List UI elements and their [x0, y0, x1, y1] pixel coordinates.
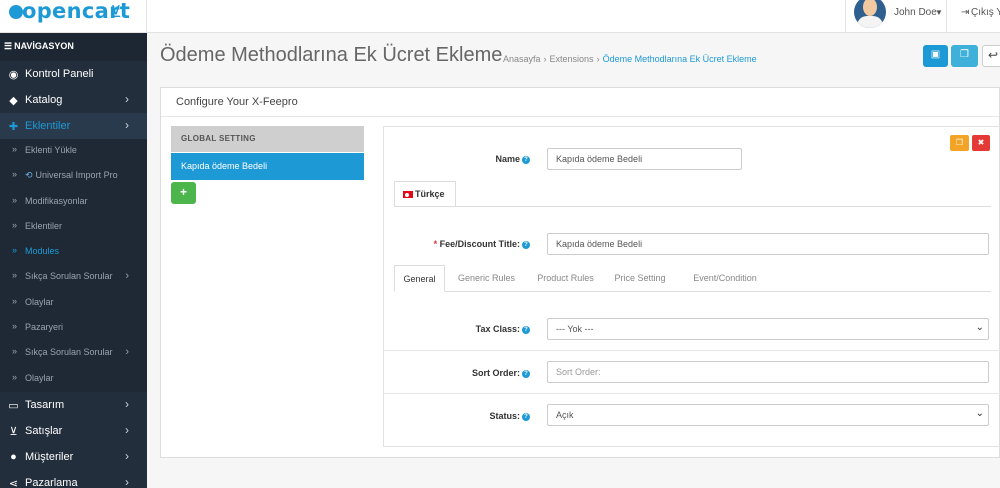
puzzle-icon: ✚: [8, 121, 19, 133]
logo[interactable]: opencart ⊻: [0, 0, 147, 33]
copy-button[interactable]: ❐: [951, 45, 978, 67]
status-label: Status:?: [424, 411, 530, 421]
chevron-down-icon: ⌄: [975, 408, 984, 419]
breadcrumb-home[interactable]: Anasayfa: [503, 54, 541, 64]
sidebar-subitem-extension-install[interactable]: » Eklenti Yükle: [0, 139, 147, 165]
chevron-right-icon: ›: [125, 92, 129, 106]
dashboard-icon: ◉: [8, 69, 19, 81]
sidebar-subitem-marketplace[interactable]: » Pazaryeri: [0, 316, 147, 342]
chevron-right-icon: ›: [125, 346, 129, 359]
name-input[interactable]: Kapıda ödeme Bedeli: [547, 148, 742, 170]
sidebar-subitem-faq[interactable]: » Sıkça Sorulan Sorular ›: [0, 265, 147, 291]
sidebar-item-design[interactable]: ▭ Tasarım ›: [0, 392, 147, 418]
help-icon: ?: [522, 240, 530, 249]
sort-order-label: Sort Order:?: [424, 368, 530, 378]
sidebar-item-extensions[interactable]: ✚ Eklentiler ›: [0, 113, 147, 139]
sidebar-item-customers[interactable]: ● Müşteriler ›: [0, 444, 147, 470]
sidebar-subitem-modifications[interactable]: » Modifikasyonlar: [0, 189, 147, 215]
nav-title: ☰ NAVİGASYON: [0, 33, 147, 61]
tab-general[interactable]: General: [394, 265, 445, 292]
sync-icon: ⟲: [25, 170, 33, 181]
logout-button[interactable]: ⇥ Çıkış Yap: [946, 0, 1000, 33]
sign-out-icon: ⇥: [961, 7, 970, 18]
breadcrumb: Anasayfa › Extensions › Ödeme Methodlarına E…: [503, 54, 757, 64]
tax-class-label: Tax Class:?: [424, 324, 530, 334]
copy-icon: ❐: [955, 138, 964, 147]
user-icon: ●: [10, 450, 17, 463]
delete-fee-button[interactable]: ✖: [972, 135, 990, 151]
chevron-down-icon: ⌄: [975, 322, 984, 333]
top-header: opencart ⊻ John Doe ▼ ⇥ Çıkış Yap: [0, 0, 1000, 33]
copy-icon: ❐: [960, 49, 969, 60]
config-panel: Configure Your X-Feepro GLOBAL SETTING K…: [160, 87, 1000, 458]
help-icon: ?: [522, 155, 530, 164]
chevron-right-icon: ›: [125, 448, 129, 463]
help-icon: ?: [522, 325, 530, 334]
copy-fee-button[interactable]: ❐: [950, 135, 969, 151]
fee-form: ❐ ✖ Name? Kapıda ödeme Bedeli Türkçe * F…: [383, 126, 1000, 447]
tag-icon: ◆: [9, 95, 18, 107]
global-setting-item[interactable]: GLOBAL SETTING: [171, 126, 364, 152]
monitor-icon: ▭: [8, 399, 19, 412]
chevron-right-icon: ›: [125, 474, 129, 488]
save-icon: ▣: [930, 49, 941, 60]
breadcrumb-extensions[interactable]: Extensions: [550, 54, 594, 64]
tab-product-rules[interactable]: Product Rules: [528, 265, 603, 292]
fee-title-label: * Fee/Discount Title:?: [404, 239, 530, 249]
logout-label: Çıkış Yap: [971, 7, 1000, 18]
status-select[interactable]: Açık ⌄: [547, 404, 989, 426]
trash-icon: ✖: [977, 138, 985, 147]
save-button[interactable]: ▣: [923, 45, 948, 67]
fee-title-input[interactable]: Kapıda ödeme Bedeli: [547, 233, 989, 255]
sidebar-subitem-universal-import[interactable]: » ⟲ Universal Import Pro: [0, 164, 147, 190]
form-tabs: General Generic Rules Product Rules Pric…: [394, 265, 991, 292]
sidebar-subitem-extensions[interactable]: » Eklentiler: [0, 214, 147, 241]
share-icon: ⋖: [8, 477, 19, 488]
avatar: [854, 0, 886, 28]
sidebar: ☰ NAVİGASYON ◉ Kontrol Paneli ◆ Katalog ›…: [0, 33, 147, 488]
tab-language-turkish[interactable]: Türkçe: [394, 181, 456, 207]
tax-class-select[interactable]: --- Yok --- ⌄: [547, 318, 989, 340]
tab-generic-rules[interactable]: Generic Rules: [449, 265, 524, 292]
sidebar-subitem-events[interactable]: » Olaylar: [0, 290, 147, 317]
chevron-right-icon: ›: [125, 422, 129, 437]
name-label: Name?: [444, 154, 530, 164]
fee-list-item[interactable]: Kapıda ödeme Bedeli: [171, 153, 364, 180]
cart-logo-icon: ⊻: [110, 4, 122, 21]
user-menu[interactable]: John Doe ▼: [845, 0, 945, 33]
back-button[interactable]: ↩: [982, 45, 1000, 67]
tab-price-setting[interactable]: Price Setting: [606, 265, 674, 292]
sidebar-item-marketing[interactable]: ⋖ Pazarlama ›: [0, 470, 147, 488]
add-fee-button[interactable]: +: [171, 182, 196, 204]
turkey-flag-icon: [403, 191, 413, 199]
cart-icon: ⊻: [9, 425, 18, 438]
sidebar-item-catalog[interactable]: ◆ Katalog ›: [0, 87, 147, 113]
sidebar-subitem-faq-2[interactable]: » Sıkça Sorulan Sorular ›: [0, 341, 147, 367]
chevron-right-icon: ›: [125, 118, 129, 132]
user-name: John Doe: [894, 7, 937, 18]
tab-event-condition[interactable]: Event/Condition: [680, 265, 770, 292]
panel-heading: Configure Your X-Feepro: [161, 88, 999, 117]
sidebar-item-sales[interactable]: ⊻ Satışlar ›: [0, 418, 147, 444]
chevron-right-icon: ›: [125, 396, 129, 411]
bars-icon: ☰: [4, 41, 13, 51]
help-icon: ?: [522, 412, 530, 421]
reply-icon: ↩: [987, 48, 999, 62]
plus-icon: +: [179, 185, 187, 199]
sort-order-input[interactable]: Sort Order:: [547, 361, 989, 383]
sidebar-item-dashboard[interactable]: ◉ Kontrol Paneli: [0, 61, 147, 87]
logo-mark: [9, 5, 23, 19]
caret-down-icon: ▼: [935, 8, 943, 17]
sidebar-subitem-modules[interactable]: » Modules: [0, 240, 147, 266]
page-title: Ödeme Methodlarına Ek Ücret Ekleme: [160, 44, 503, 66]
help-icon: ?: [522, 369, 530, 378]
sidebar-subitem-events-2[interactable]: » Olaylar: [0, 366, 147, 392]
breadcrumb-current[interactable]: Ödeme Methodlarına Ek Ücret Ekleme: [603, 54, 757, 64]
chevron-right-icon: ›: [125, 270, 129, 283]
